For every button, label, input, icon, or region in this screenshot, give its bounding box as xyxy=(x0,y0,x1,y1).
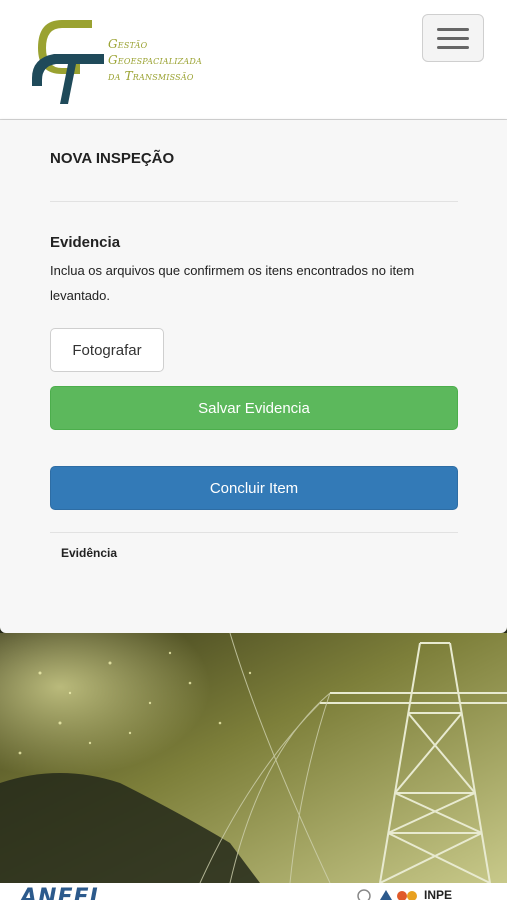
footer-logos: ANEEL INPE xyxy=(0,883,507,900)
save-evidence-button[interactable]: Salvar Evidencia xyxy=(50,386,458,430)
title-divider xyxy=(50,201,458,202)
evidence-divider xyxy=(50,532,458,533)
photograph-button[interactable]: Fotografar xyxy=(50,328,164,372)
evidence-heading: Evidencia xyxy=(50,234,121,251)
evidence-list-label: Evidência xyxy=(61,546,118,560)
hamburger-bar-icon xyxy=(437,45,469,49)
logo-line-3: da Transmissão xyxy=(108,69,194,83)
aneel-logo: ANEEL xyxy=(20,885,105,900)
finish-item-button[interactable]: Concluir Item xyxy=(50,466,458,510)
inpe-logo: INPE xyxy=(424,888,453,900)
mcti-logo-icon xyxy=(357,889,417,900)
page-title: NOVA INSPEÇÃO xyxy=(50,150,175,167)
hamburger-bar-icon xyxy=(437,27,469,31)
navbar: Gestão Geoespacializada da Transmissão xyxy=(0,0,507,120)
gdt-logo[interactable]: Gestão Geoespacializada da Transmissão xyxy=(28,14,228,106)
logo-line-1: Gestão xyxy=(108,37,148,51)
evidence-description: Inclua os arquivos que confirmem os iten… xyxy=(50,263,415,303)
background-transmission-image xyxy=(0,633,507,883)
inspection-card: NOVA INSPEÇÃO Evidencia Inclua os arquiv… xyxy=(0,120,507,633)
app-page: Gestão Geoespacializada da Transmissão N… xyxy=(0,0,507,900)
hamburger-bar-icon xyxy=(437,36,469,40)
gt-logo-mark xyxy=(32,20,104,104)
hamburger-menu-button[interactable] xyxy=(422,14,484,62)
logo-wordmark: Gestão Geoespacializada da Transmissão xyxy=(108,36,202,84)
logo-line-2: Geoespacializada xyxy=(108,53,202,67)
